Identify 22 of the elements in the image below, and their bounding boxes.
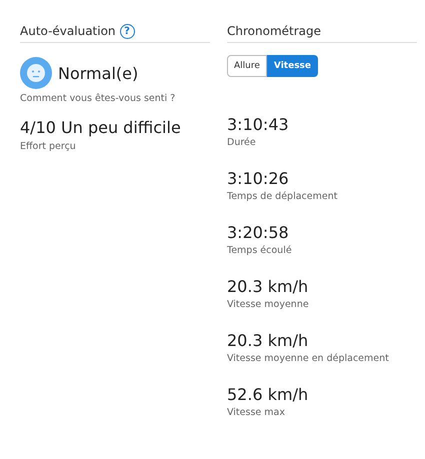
neutral-face-icon — [20, 57, 52, 89]
stat-label: Durée — [227, 137, 257, 148]
section-title: Chronométrage — [227, 24, 322, 38]
stat-label: Vitesse moyenne — [227, 299, 310, 310]
stat-label: Vitesse max — [227, 407, 286, 418]
stat-value: 3:10:26 — [227, 169, 290, 188]
help-icon[interactable]: ? — [120, 24, 135, 38]
stat-value: 20.3 km/h — [227, 331, 310, 350]
stat-value: 52.6 km/h — [227, 385, 310, 404]
stat-label: Temps écoulé — [227, 245, 293, 256]
stat-value: 20.3 km/h — [227, 277, 310, 296]
effort-label: Effort perçu — [20, 141, 77, 152]
feeling-label: Comment vous êtes-vous senti ? — [20, 93, 176, 104]
section-title: Auto-évaluation — [20, 24, 116, 38]
effort-value: 4/10 Un peu difficile — [20, 118, 182, 137]
feeling-value: Normal(e) — [58, 64, 138, 82]
stat-value: 3:10:43 — [227, 115, 290, 134]
stat-label: Temps de déplacement — [227, 191, 338, 202]
toggle-option[interactable]: Allure — [227, 55, 267, 77]
stat-label: Vitesse moyenne en déplacement — [227, 353, 390, 364]
toggle-option[interactable]: Vitesse — [266, 55, 318, 77]
stat-value: 3:20:58 — [227, 223, 290, 242]
